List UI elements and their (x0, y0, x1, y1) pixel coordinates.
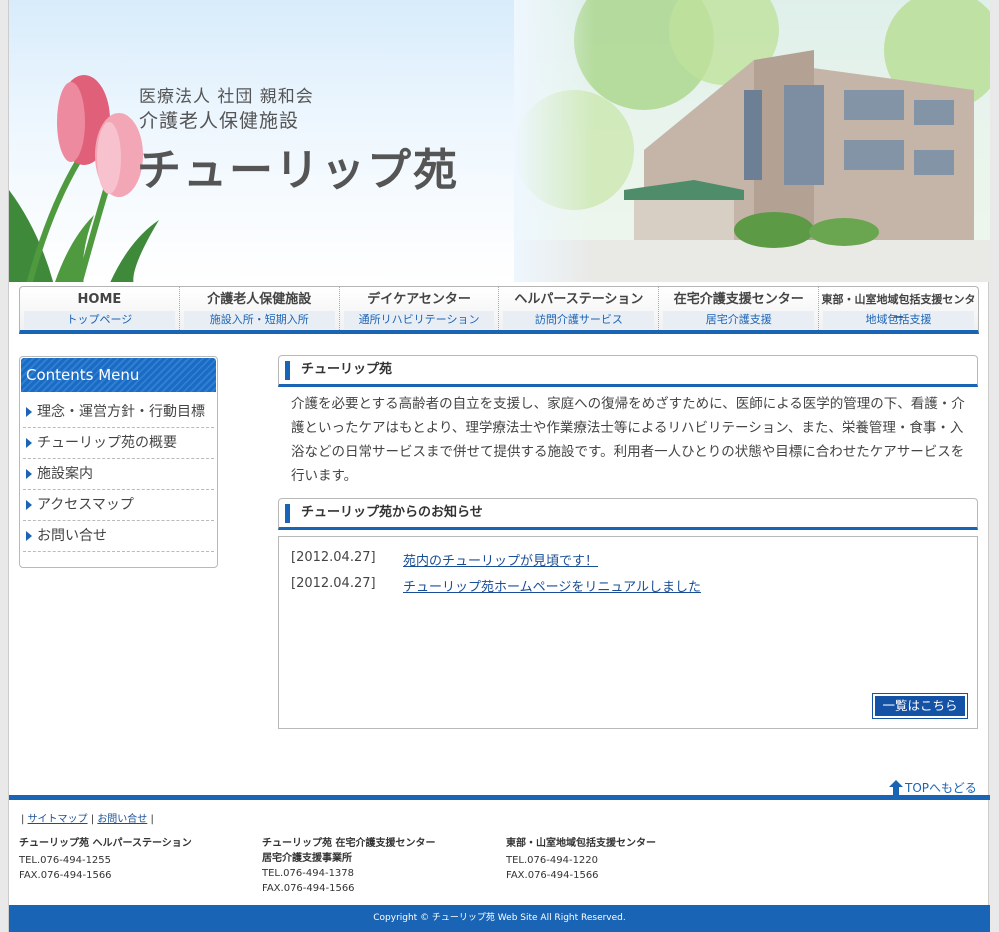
nav-sub-label: 訪問介護サービス (503, 311, 655, 329)
nav-item-care-facility[interactable]: 介護老人保健施設 施設入所・短期入所 (180, 287, 340, 330)
footer-org-name: チューリップ苑 在宅介護支援センター (262, 838, 436, 849)
page: 医療法人 社団 親和会 介護老人保健施設 チューリップ苑 HOME トップページ… (8, 0, 990, 932)
news-heading-text: チューリップ苑からのお知らせ (301, 505, 483, 520)
news-date: [2012.04.27] (291, 550, 376, 565)
sitemap-link[interactable]: サイトマップ (28, 814, 88, 825)
nav-main-label: 在宅介護支援センター (673, 292, 804, 307)
sidebar-item-label: 施設案内 (37, 466, 93, 482)
contact-link[interactable]: お問い合せ (97, 814, 147, 825)
facility-type: 介護老人保健施設 (139, 110, 300, 132)
news-heading: チューリップ苑からのお知らせ (278, 498, 978, 530)
sidebar-item-label: 理念・運営方針・行動目標 (37, 404, 205, 420)
nav-item-helper-station[interactable]: ヘルパーステーション 訪問介護サービス (499, 287, 660, 330)
nav-sub-label: トップページ (24, 311, 175, 329)
nav-main-label: 東部・山室地域包括支援センター (821, 293, 976, 324)
footer-tel: TEL.076-494-1378 (262, 868, 355, 879)
contents-menu: Contents Menu 理念・運営方針・行動目標 チューリップ苑の概要 施設… (19, 356, 218, 568)
global-nav: HOME トップページ 介護老人保健施設 施設入所・短期入所 デイケアセンター … (19, 286, 979, 334)
intro-text: 介護を必要とする高齢者の自立を支援し、家庭への復帰をめざすために、医師による医学… (291, 396, 965, 484)
sidebar-item-label: お問い合せ (37, 528, 107, 544)
sidebar-item-label: アクセスマップ (37, 497, 134, 513)
footer-fax: FAX.076-494-1566 (262, 883, 355, 894)
nav-item-daycare[interactable]: デイケアセンター 通所リハビリテーション (340, 287, 500, 330)
news-more-button[interactable]: 一覧はこちら (872, 693, 968, 719)
sidebar-item-overview[interactable]: チューリップ苑の概要 (23, 428, 214, 459)
news-date: [2012.04.27] (291, 576, 376, 591)
news-link[interactable]: 苑内のチューリップが見頃です！ (403, 550, 598, 569)
sidebar-item-label: チューリップ苑の概要 (37, 435, 177, 451)
copyright: Copyright © チューリップ苑 Web Site All Right R… (9, 905, 990, 932)
footer-contact-home-care: チューリップ苑 在宅介護支援センター 居宅介護支援事業所 TEL.076-494… (262, 836, 435, 896)
nav-sub-label: 地域包括支援 (823, 311, 974, 329)
footer-org-name: チューリップ苑 ヘルパーステーション (19, 838, 192, 849)
footer-org-name: 東部・山室地域包括支援センター (506, 838, 656, 849)
arrow-right-icon (26, 531, 32, 541)
footer-fax: FAX.076-494-1566 (506, 870, 599, 881)
nav-main-label: HOME (77, 292, 122, 307)
nav-main-label: ヘルパーステーション (514, 292, 644, 307)
nav-main-label: 介護老人保健施設 (207, 292, 312, 307)
footer-tel: TEL.076-494-1220 (506, 855, 599, 866)
arrow-right-icon (26, 500, 32, 510)
sidebar-item-contact[interactable]: お問い合せ (23, 521, 214, 552)
site-header: 医療法人 社団 親和会 介護老人保健施設 チューリップ苑 (9, 0, 990, 282)
arrow-up-icon (889, 780, 903, 795)
nav-item-home-care-support[interactable]: 在宅介護支援センター 居宅介護支援 (659, 287, 820, 330)
news-item: [2012.04.27] チューリップ苑ホームページをリニュアルしました (291, 576, 701, 595)
heading-bar-icon (285, 361, 290, 380)
news-link[interactable]: チューリップ苑ホームページをリニュアルしました (403, 576, 701, 595)
nav-main-label: デイケアセンター (367, 292, 471, 307)
footer-divider (9, 795, 990, 800)
sidebar-item-access-map[interactable]: アクセスマップ (23, 490, 214, 521)
footer-contact-community: 東部・山室地域包括支援センター TEL.076-494-1220 FAX.076… (506, 836, 656, 883)
intro-heading-text: チューリップ苑 (301, 362, 393, 377)
org-name: 医療法人 社団 親和会 (139, 87, 314, 107)
arrow-right-icon (26, 469, 32, 479)
nav-sub-label: 居宅介護支援 (663, 311, 815, 329)
building-photo (514, 0, 990, 282)
site-title[interactable]: チューリップ苑 (137, 134, 459, 198)
sidebar-item-philosophy[interactable]: 理念・運営方針・行動目標 (23, 397, 214, 428)
footer-tel: TEL.076-494-1255 (19, 855, 112, 866)
contents-menu-list: 理念・運営方針・行動目標 チューリップ苑の概要 施設案内 アクセスマップ お問い… (20, 393, 217, 552)
back-to-top-label: TOPへもどる (905, 781, 977, 795)
footer-contact-helper: チューリップ苑 ヘルパーステーション TEL.076-494-1255 FAX.… (19, 836, 192, 883)
contents-menu-title: Contents Menu (21, 358, 216, 392)
nav-sub-label: 通所リハビリテーション (343, 311, 495, 329)
news-item: [2012.04.27] 苑内のチューリップが見頃です！ (291, 550, 598, 569)
arrow-right-icon (26, 407, 32, 417)
nav-sub-label: 施設入所・短期入所 (183, 311, 335, 329)
nav-item-home[interactable]: HOME トップページ (20, 287, 180, 330)
arrow-right-icon (26, 438, 32, 448)
heading-bar-icon (285, 504, 290, 523)
footer-fax: FAX.076-494-1566 (19, 870, 112, 881)
news-list: [2012.04.27] 苑内のチューリップが見頃です！ [2012.04.27… (278, 536, 978, 729)
footer-org-subname: 居宅介護支援事業所 (262, 853, 352, 864)
sidebar-item-facility-guide[interactable]: 施設案内 (23, 459, 214, 490)
footer-links: | サイトマップ | お問い合せ | (21, 814, 154, 825)
nav-item-community-support[interactable]: 東部・山室地域包括支援センター 地域包括支援 (819, 287, 978, 330)
intro-heading: チューリップ苑 (278, 355, 978, 387)
back-to-top-link[interactable]: TOPへもどる (889, 779, 977, 796)
